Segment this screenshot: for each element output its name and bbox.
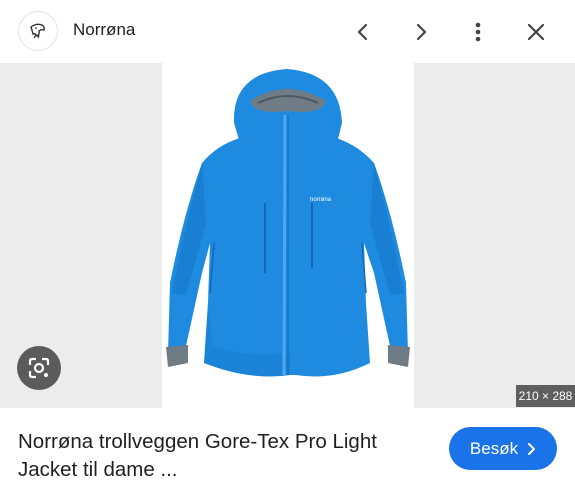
jacket-illustration: norrøna — [166, 69, 410, 377]
image-stage: norrøna 210 × 288 — [0, 63, 575, 408]
chevron-right-icon — [416, 23, 427, 41]
svg-text:norrøna: norrøna — [310, 197, 332, 203]
result-title[interactable]: Norrøna trollveggen Gore-Tex Pro Light J… — [18, 428, 418, 484]
more-options-button[interactable] — [461, 15, 495, 49]
product-image[interactable]: norrøna — [162, 63, 414, 408]
norrona-logo-icon — [30, 23, 45, 39]
site-logo[interactable] — [18, 11, 58, 51]
chevron-right-small-icon — [528, 442, 536, 455]
visit-button[interactable]: Besøk — [449, 427, 557, 470]
result-title-line2: Jacket til dame ... — [18, 458, 178, 481]
visit-button-label: Besøk — [469, 438, 519, 458]
close-button[interactable] — [519, 15, 553, 49]
close-icon — [527, 23, 545, 41]
chevron-left-icon — [357, 23, 368, 41]
more-vert-icon — [475, 22, 481, 42]
viewer-header: Norrøna — [0, 0, 575, 63]
visual-search-button[interactable] — [17, 346, 61, 390]
result-title-line1: Norrøna trollveggen Gore-Tex Pro Light — [18, 430, 377, 453]
image-dimensions: 210 × 288 — [516, 385, 575, 407]
previous-button[interactable] — [346, 15, 380, 49]
lens-search-icon — [28, 357, 50, 379]
next-button[interactable] — [404, 15, 438, 49]
site-name[interactable]: Norrøna — [73, 20, 135, 40]
